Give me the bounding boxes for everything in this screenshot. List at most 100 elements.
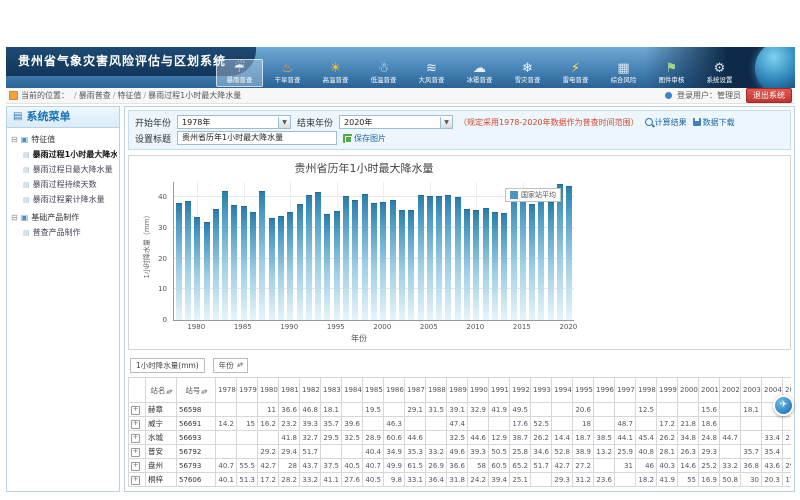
chart-bar xyxy=(250,212,256,320)
year-column-header[interactable]: 1992 xyxy=(510,378,531,403)
sidebar-item-label: 暴雨过程持续天数 xyxy=(33,179,97,190)
breadcrumb-item[interactable]: 暴雨普查 xyxy=(79,91,111,100)
sidebar-item-暴雨过程1小时最大降水量[interactable]: ▤暴雨过程1小时最大降水量 xyxy=(9,147,117,162)
chart-bar xyxy=(418,195,424,320)
value-cell: 26.9 xyxy=(426,459,447,473)
year-column-header[interactable]: 2002 xyxy=(720,378,741,403)
year-column-header[interactable]: 1987 xyxy=(405,378,426,403)
value-cell: 33.1 xyxy=(405,473,426,487)
nav-item-低温普查[interactable]: ☃低温普查 xyxy=(360,59,407,87)
year-column-header[interactable]: 1981 xyxy=(279,378,300,403)
year-column-header[interactable]: 1994 xyxy=(552,378,573,403)
year-column-header[interactable]: 1986 xyxy=(384,378,405,403)
year-column-header[interactable]: 1998 xyxy=(636,378,657,403)
year-column-header[interactable]: 1979 xyxy=(237,378,258,403)
year-column-header[interactable]: 2003 xyxy=(741,378,762,403)
year-column-header[interactable]: 1989 xyxy=(447,378,468,403)
expand-row-icon[interactable]: + xyxy=(131,434,140,443)
expand-row-icon[interactable]: + xyxy=(131,448,140,457)
sidebar-group-基础产品制作[interactable]: ⊟▣基础产品制作 xyxy=(9,210,117,225)
year-column-header[interactable]: 1978 xyxy=(216,378,237,403)
year-column-header[interactable]: 1984 xyxy=(342,378,363,403)
year-column-header[interactable]: 1995 xyxy=(573,378,594,403)
station-name-header[interactable]: 站名 ▲▼ xyxy=(146,378,177,403)
value-cell: 43.7 xyxy=(300,459,321,473)
nav-item-综合风险[interactable]: ▦综合风险 xyxy=(600,59,647,87)
year-column-header[interactable]: 1982 xyxy=(300,378,321,403)
year-column-header[interactable]: 1988 xyxy=(426,378,447,403)
nav-item-高温普查[interactable]: ☀高温普查 xyxy=(312,59,359,87)
sidebar-item-暴雨过程累计降水量[interactable]: ▤暴雨过程累计降水量 xyxy=(9,192,117,207)
download-button[interactable]: 数据下载 xyxy=(693,117,735,128)
chart-bar xyxy=(427,196,433,320)
data-table-wrapper: 站名 ▲▼站号 ▲▼197819791980198119821983198419… xyxy=(128,377,791,487)
breadcrumb-item[interactable]: 暴雨过程1小时最大降水量 xyxy=(148,91,241,100)
chart-bar xyxy=(324,214,330,320)
save-image-button[interactable]: 保存图片 xyxy=(343,133,386,144)
year-column-header[interactable]: 1985 xyxy=(363,378,384,403)
year-column-header[interactable]: 2001 xyxy=(699,378,720,403)
year-column-header[interactable]: 1997 xyxy=(615,378,636,403)
value-cell xyxy=(741,417,762,431)
page: 贵州省气象灾害风险评估与区划系统 ☔暴雨普查♨干旱普查☀高温普查☃低温普查≋大风… xyxy=(6,47,795,493)
year-column-header[interactable]: 1999 xyxy=(657,378,678,403)
expand-row-icon[interactable]: + xyxy=(131,476,140,485)
value-cell xyxy=(594,403,615,417)
year-column-header[interactable]: 1990 xyxy=(468,378,489,403)
nav-item-雪灾普查[interactable]: ❄雪灾普查 xyxy=(504,59,551,87)
expand-row-icon[interactable]: + xyxy=(131,462,140,471)
nav-item-冰雹普查[interactable]: ☁冰雹普查 xyxy=(456,59,503,87)
nav-item-雷电普查[interactable]: ⚡雷电普查 xyxy=(552,59,599,87)
value-cell: 32.9 xyxy=(468,403,489,417)
expand-row-icon[interactable]: + xyxy=(131,420,140,429)
value-type-filter[interactable]: 1小时降水量(mm) xyxy=(130,358,205,373)
value-cell xyxy=(594,459,615,473)
value-cell: 28 xyxy=(279,459,300,473)
logout-button[interactable]: 退出系统 xyxy=(746,88,792,103)
x-tick-label: 1995 xyxy=(321,323,351,331)
nav-item-系统设置[interactable]: ⚙系统设置 xyxy=(696,59,743,87)
sidebar-tree: ⊟▣特征值▤暴雨过程1小时最大降水量▤暴雨过程日最大降水量▤暴雨过程持续天数▤暴… xyxy=(7,128,119,247)
value-cell: 49.5 xyxy=(510,403,531,417)
nav-item-大风普查[interactable]: ≋大风普查 xyxy=(408,59,455,87)
page-icon: ▤ xyxy=(23,166,30,174)
nav-item-干旱普查[interactable]: ♨干旱普查 xyxy=(264,59,311,87)
breadcrumb-separator: / xyxy=(143,91,146,100)
value-cell xyxy=(363,417,384,431)
nav-item-label: 低温普查 xyxy=(363,76,404,84)
start-year-select[interactable]: 1978年 ▼ xyxy=(177,115,291,129)
breadcrumb-item[interactable]: 特征值 xyxy=(117,91,141,100)
nav-item-label: 图件审核 xyxy=(651,76,692,84)
value-cell: 40.7 xyxy=(216,459,237,473)
station-id-header[interactable]: 站号 ▲▼ xyxy=(177,378,216,403)
composite-risk-icon: ▦ xyxy=(601,62,646,76)
year-column-header[interactable]: 1980 xyxy=(258,378,279,403)
chart-bar xyxy=(287,212,293,320)
value-cell: 40.1 xyxy=(216,473,237,487)
year-column-header[interactable]: 2000 xyxy=(678,378,699,403)
sidebar-item-暴雨过程持续天数[interactable]: ▤暴雨过程持续天数 xyxy=(9,177,117,192)
value-cell: 13.2 xyxy=(594,445,615,459)
sidebar-item-暴雨过程日最大降水量[interactable]: ▤暴雨过程日最大降水量 xyxy=(9,162,117,177)
year-column-header[interactable]: 1983 xyxy=(321,378,342,403)
year-column-header[interactable]: 1991 xyxy=(489,378,510,403)
year-column-header[interactable]: 1993 xyxy=(531,378,552,403)
expand-row-icon[interactable]: + xyxy=(131,406,140,415)
chart-bar xyxy=(408,210,414,320)
x-tick-label: 1985 xyxy=(228,323,258,331)
year-column-header[interactable]: 1996 xyxy=(594,378,615,403)
year-sort-control[interactable]: 年份 ▲▼ xyxy=(213,358,249,373)
end-year-select[interactable]: 2020年 ▼ xyxy=(339,115,453,129)
sidebar-group-特征值[interactable]: ⊟▣特征值 xyxy=(9,132,117,147)
chart-title-input[interactable]: 贵州省历年1小时最大降水量 xyxy=(177,131,337,145)
floating-widget-button[interactable]: ✈ xyxy=(773,395,794,416)
chart-bar xyxy=(538,194,544,320)
table-header-row: 站名 ▲▼站号 ▲▼197819791980198119821983198419… xyxy=(129,378,792,403)
nav-item-图件审核[interactable]: ⚑图件审核 xyxy=(648,59,695,87)
calculate-button[interactable]: 计算结果 xyxy=(645,117,687,128)
table-row: +普安5679229.229.451.740.434.935.333.249.6… xyxy=(129,445,792,459)
sidebar-item-普查产品制作[interactable]: ▤普查产品制作 xyxy=(9,225,117,240)
table-area: 1小时降水量(mm) 年份 ▲▼ 站名 ▲▼站号 ▲▼1978197919801… xyxy=(128,358,791,487)
value-cell: 28.2 xyxy=(279,473,300,487)
nav-item-暴雨普查[interactable]: ☔暴雨普查 xyxy=(216,59,263,87)
